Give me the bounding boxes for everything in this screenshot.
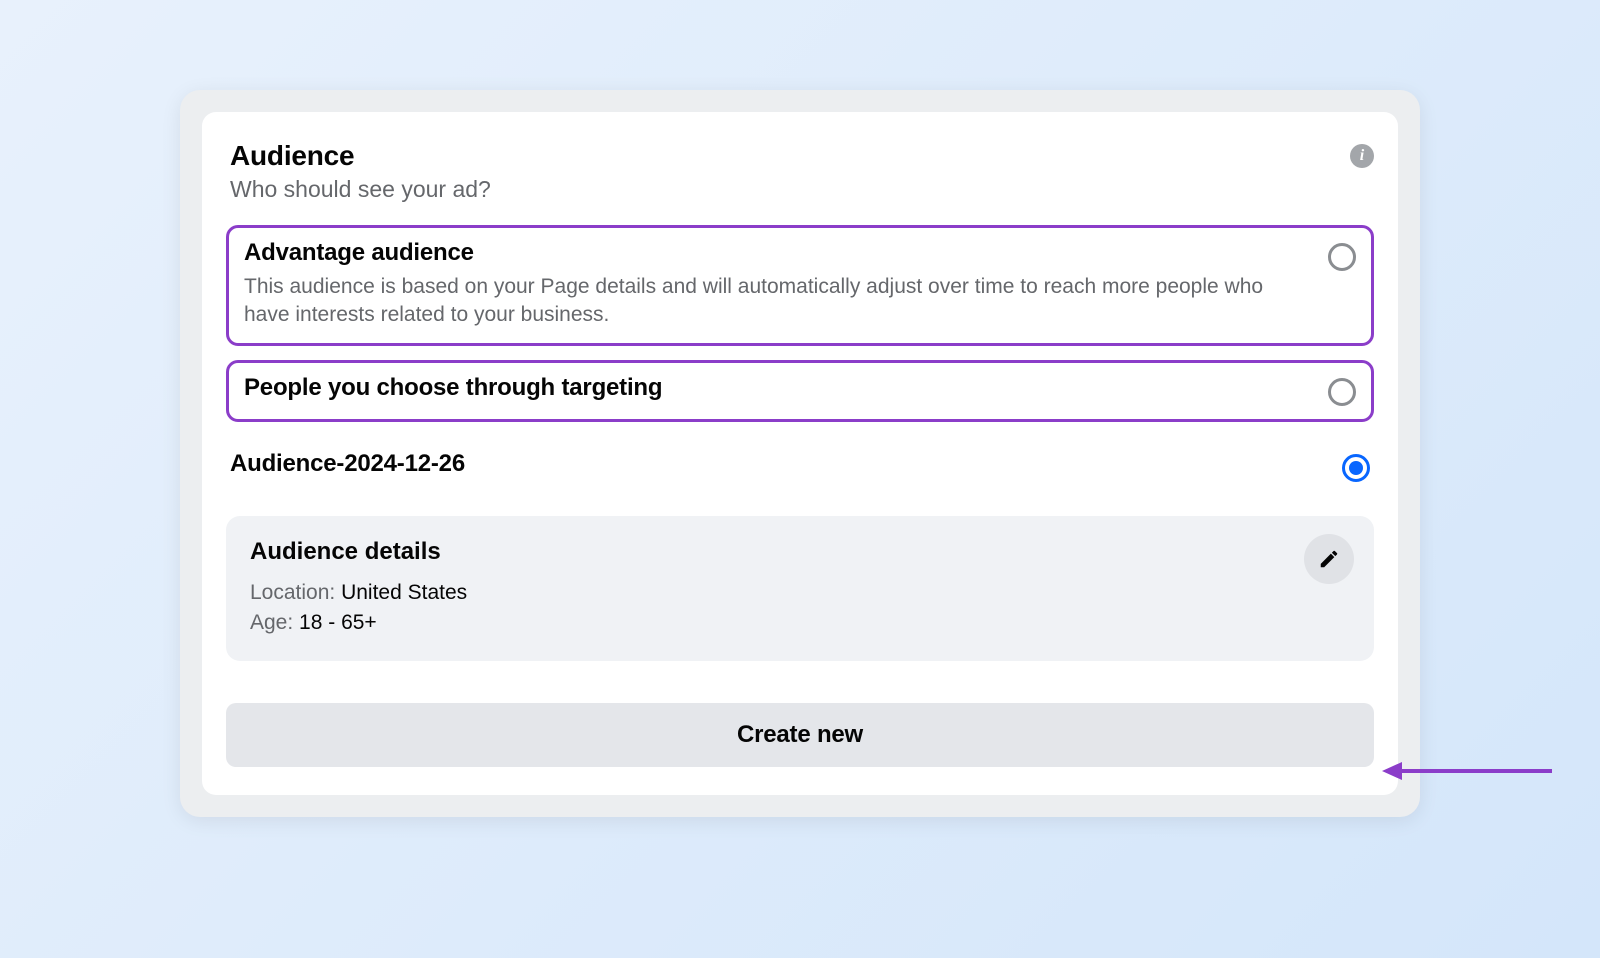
info-icon[interactable]: i <box>1350 144 1374 168</box>
option-content: Audience-2024-12-26 <box>230 450 1322 478</box>
location-value: United States <box>341 581 467 604</box>
option-content: Advantage audience This audience is base… <box>244 239 1308 330</box>
audience-card: Audience Who should see your ad? i Advan… <box>202 112 1398 795</box>
header-row: Audience Who should see your ad? i <box>226 140 1374 203</box>
pencil-icon <box>1318 548 1340 570</box>
details-age: Age: 18 - 65+ <box>250 608 1350 638</box>
details-location: Location: United States <box>250 578 1350 608</box>
option-content: People you choose through targeting <box>244 374 1308 402</box>
details-title: Audience details <box>250 538 1350 566</box>
age-label: Age: <box>250 611 293 634</box>
create-new-button[interactable]: Create new <box>226 703 1374 767</box>
option-title: Advantage audience <box>244 239 1308 267</box>
radio-advantage-audience[interactable] <box>1328 243 1356 271</box>
audience-details-box: Audience details Location: United States… <box>226 516 1374 661</box>
option-saved-audience[interactable]: Audience-2024-12-26 <box>226 436 1374 498</box>
age-value: 18 - 65+ <box>299 611 377 634</box>
section-subtitle: Who should see your ad? <box>230 176 491 203</box>
option-title: Audience-2024-12-26 <box>230 450 1322 478</box>
edit-button[interactable] <box>1304 534 1354 584</box>
option-people-targeting[interactable]: People you choose through targeting <box>226 360 1374 422</box>
audience-card-outer: Audience Who should see your ad? i Advan… <box>180 90 1420 817</box>
option-description: This audience is based on your Page deta… <box>244 273 1308 330</box>
header-text: Audience Who should see your ad? <box>230 140 491 203</box>
option-advantage-audience[interactable]: Advantage audience This audience is base… <box>226 225 1374 346</box>
option-title: People you choose through targeting <box>244 374 1308 402</box>
location-label: Location: <box>250 581 335 604</box>
radio-saved-audience[interactable] <box>1342 454 1370 482</box>
radio-people-targeting[interactable] <box>1328 378 1356 406</box>
section-title: Audience <box>230 140 491 172</box>
